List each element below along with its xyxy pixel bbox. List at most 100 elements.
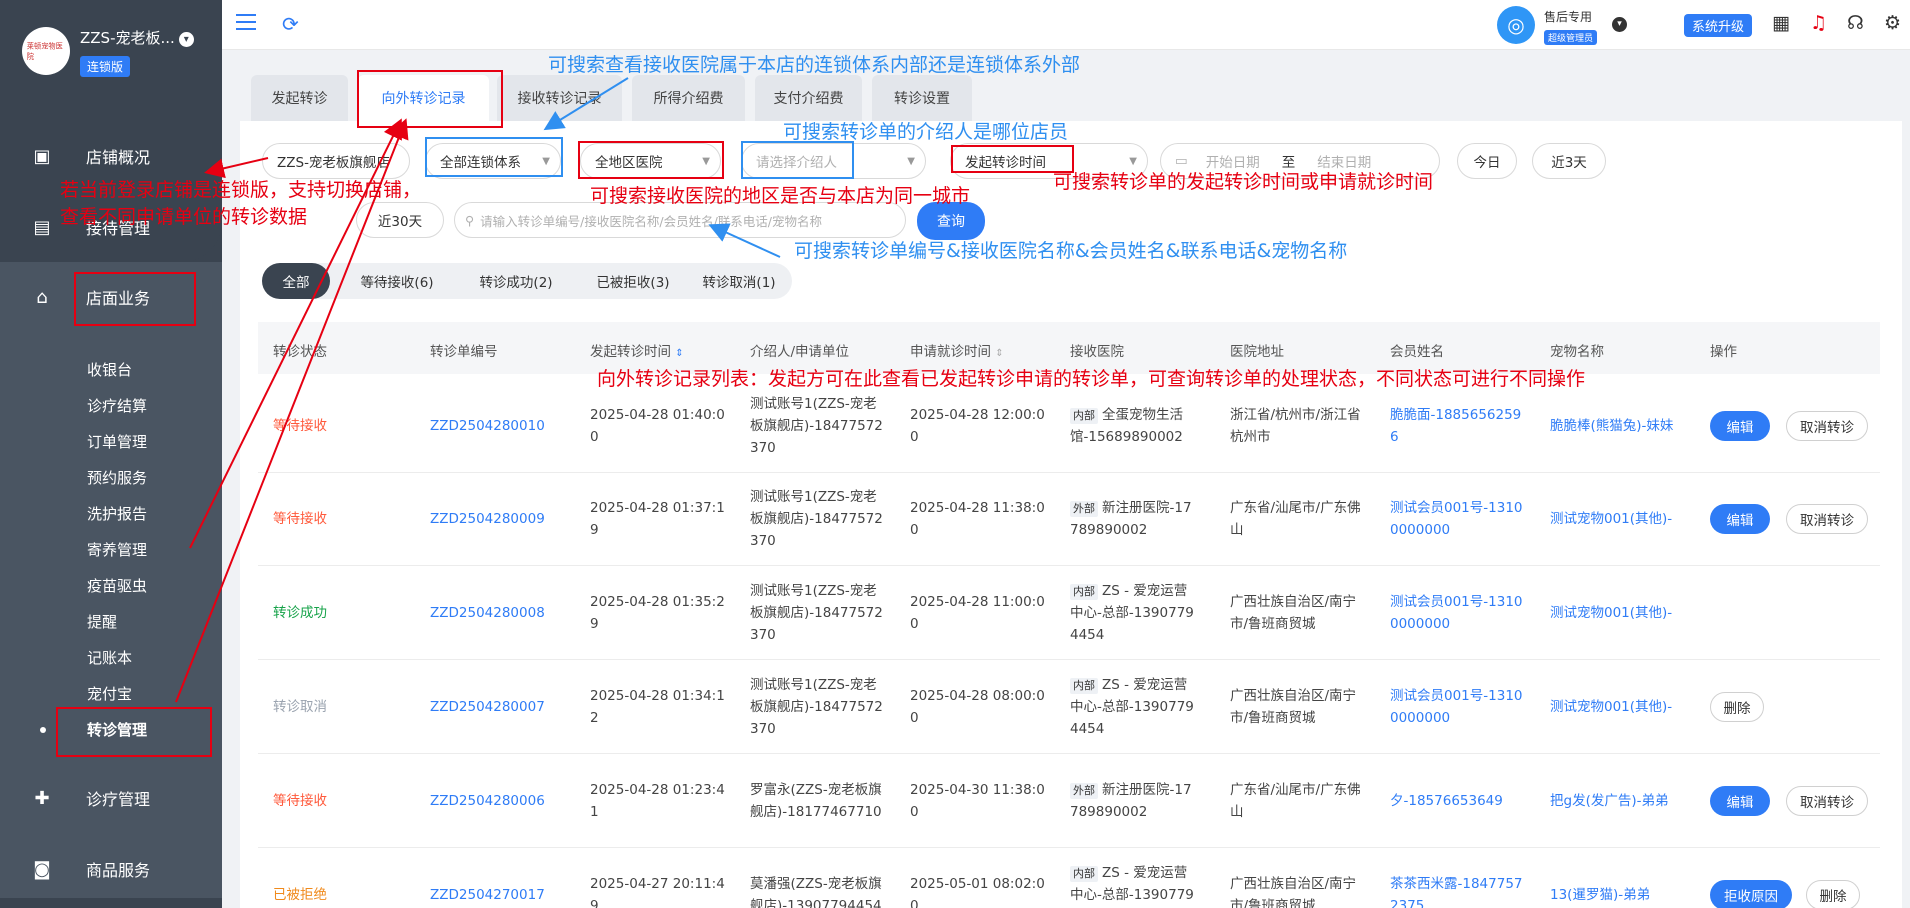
tab-settings[interactable]: 转诊设置	[872, 75, 972, 121]
annotation-region: 可搜索接收医院的地区是否与本店为同一城市	[590, 185, 971, 207]
sidebar-item-overview[interactable]: ▣ 店铺概况	[0, 144, 222, 168]
shop-select[interactable]: ZZS-宠老板旗舰店	[262, 143, 410, 179]
row-order-no-link[interactable]: ZZD2504280007	[430, 696, 580, 718]
sidebar-item-store-business[interactable]: ⌂ 店面业务	[0, 285, 222, 309]
status-tab-all[interactable]: 全部	[262, 263, 330, 299]
row-member-link[interactable]: 脆脆面-1885656259 6	[1390, 404, 1540, 448]
row-address: 广西壮族自治区/南宁 市/鲁班商贸城	[1230, 876, 1357, 908]
row-order-no-link[interactable]: ZZD2504280010	[430, 415, 580, 437]
annotation-shop-switch-1: 若当前登录店铺是连锁版，支持切换店铺，	[60, 179, 422, 201]
row-introducer: 莫潘强(ZZS-宠老板旗 舰店)-13907794454	[750, 876, 882, 908]
chevron-down-icon: ▼	[1129, 155, 1137, 167]
settings-icon[interactable]: ⚙	[1884, 12, 1901, 34]
row-visit-time: 2025-04-28 12:00:0 0	[910, 407, 1045, 445]
submenu-vaccine[interactable]: 疫苗驱虫	[87, 575, 147, 596]
row-address: 广东省/汕尾市/广东佛山	[1230, 500, 1361, 538]
row-member-link[interactable]: 茶茶西米露-1847757 2375	[1390, 873, 1540, 908]
submenu-petpay[interactable]: 宠付宝	[87, 683, 132, 704]
row-initiate-time: 2025-04-28 01:34:1 2	[590, 688, 725, 726]
row-pet-link[interactable]: 测试宠物001(其他)-	[1550, 602, 1700, 624]
submenu-reminder[interactable]: 提醒	[87, 611, 117, 632]
row-member-link[interactable]: 测试会员001号-1310 0000000	[1390, 685, 1540, 729]
cancel-referral-button[interactable]: 取消转诊	[1786, 504, 1868, 534]
cancel-referral-button[interactable]: 取消转诊	[1786, 786, 1868, 816]
submenu-referral[interactable]: 转诊管理	[87, 719, 147, 740]
tab-incoming-records[interactable]: 接收转诊记录	[497, 75, 622, 121]
row-order-no-link[interactable]: ZZD2504280008	[430, 602, 580, 624]
row-initiate-time: 2025-04-28 01:40:0 0	[590, 407, 725, 445]
tab-paid-fee[interactable]: 支付介绍费	[755, 75, 862, 121]
tab-outgoing-records[interactable]: 向外转诊记录	[358, 75, 489, 121]
row-introducer: 测试账号1(ZZS-宠老 板旗舰店)-18477572 370	[750, 489, 883, 549]
row-status: 等待接收	[273, 418, 327, 434]
table-row: 转诊成功 ZZD2504280008 2025-04-28 01:35:2 9 测试账号…	[258, 566, 1880, 660]
row-hospital: 内部ZS - 爱宠运营中心-总部-13907794454	[1070, 865, 1194, 903]
status-tab-waiting[interactable]: 等待接收(6)	[342, 263, 452, 299]
row-status: 转诊取消	[273, 699, 327, 715]
chevron-down-icon: ▼	[907, 155, 915, 167]
submenu-orders[interactable]: 订单管理	[87, 431, 147, 452]
sidebar-item-goods[interactable]: ◙ 商品服务	[0, 857, 222, 881]
row-pet-link[interactable]: 13(暹罗猫)-弟弟	[1550, 884, 1700, 906]
row-member-link[interactable]: 夕-18576653649	[1390, 790, 1540, 812]
th-visit[interactable]: 申请就诊时间 ⇕	[910, 340, 1004, 360]
row-member-link[interactable]: 测试会员001号-1310 0000000	[1390, 591, 1540, 635]
th-time[interactable]: 发起转诊时间 ⇕	[590, 340, 684, 360]
status-tab-cancelled[interactable]: 转诊取消(1)	[689, 263, 789, 299]
submenu-ledger[interactable]: 记账本	[87, 647, 132, 668]
tab-initiate[interactable]: 发起转诊	[251, 75, 348, 121]
row-initiate-time: 2025-04-27 20:11:4 9	[590, 876, 725, 908]
row-order-no-link[interactable]: ZZD2504280009	[430, 508, 580, 530]
topbar: ⟳ ◎ 售后专用 超级管理员 ▾ 系统升级 ▦ ♫ ☊ ⚙	[222, 0, 1910, 50]
edit-button[interactable]: 编辑	[1710, 504, 1770, 534]
chain-select[interactable]: 全部连锁体系 ▼	[425, 143, 561, 179]
cancel-referral-button[interactable]: 取消转诊	[1786, 411, 1868, 441]
submenu-grooming-report[interactable]: 洗护报告	[87, 503, 147, 524]
edit-button[interactable]: 编辑	[1710, 786, 1770, 816]
row-status: 等待接收	[273, 793, 327, 809]
th-pet: 宠物名称	[1550, 344, 1604, 360]
upgrade-button[interactable]: 系统升级	[1684, 14, 1753, 37]
bell-icon[interactable]: ♫	[1810, 12, 1827, 34]
sidebar-item-medical[interactable]: ✚ 诊疗管理	[0, 786, 222, 810]
last30-button[interactable]: 近30天	[356, 202, 444, 238]
row-member-link[interactable]: 测试会员001号-1310 0000000	[1390, 497, 1540, 541]
hamburger-icon[interactable]	[236, 14, 256, 30]
tab-earned-fee[interactable]: 所得介绍费	[632, 75, 745, 121]
user-avatar[interactable]: ◎	[1497, 6, 1535, 44]
calendar-icon[interactable]: ▦	[1772, 12, 1790, 34]
status-tab-refused[interactable]: 已被拒收(3)	[577, 263, 689, 299]
edit-button[interactable]: 编辑	[1710, 411, 1770, 441]
headset-icon[interactable]: ☊	[1847, 12, 1864, 34]
refresh-icon[interactable]: ⟳	[282, 12, 299, 36]
introducer-select[interactable]: 请选择介绍人 ▼	[741, 143, 926, 179]
row-address: 广东省/汕尾市/广东佛山	[1230, 782, 1361, 820]
hospital-scope-tag: 内部	[1070, 408, 1098, 424]
row-order-no-link[interactable]: ZZD2504280006	[430, 790, 580, 812]
refuse-reason-button[interactable]: 拒收原因	[1710, 880, 1792, 908]
submenu-boarding[interactable]: 寄养管理	[87, 539, 147, 560]
shop-switcher[interactable]: ZZS-宠老板... ▾	[80, 27, 194, 48]
row-pet-link[interactable]: 把g发(发广告)-弟弟	[1550, 790, 1700, 812]
last3-button[interactable]: 近3天	[1532, 143, 1606, 179]
row-introducer: 测试账号1(ZZS-宠老 板旗舰店)-18477572 370	[750, 677, 883, 737]
chevron-down-icon[interactable]: ▾	[1612, 17, 1627, 32]
delete-button[interactable]: 删除	[1806, 880, 1860, 908]
row-order-no-link[interactable]: ZZD2504270017	[430, 884, 580, 906]
today-button[interactable]: 今日	[1457, 143, 1517, 179]
row-pet-link[interactable]: 测试宠物001(其他)-	[1550, 508, 1700, 530]
row-pet-link[interactable]: 测试宠物001(其他)-	[1550, 696, 1700, 718]
store-icon: ⌂	[36, 286, 48, 308]
row-pet-link[interactable]: 脆脆棒(熊猫兔)-妹妹	[1550, 415, 1700, 437]
status-tab-success[interactable]: 转诊成功(2)	[460, 263, 572, 299]
submenu-settlement[interactable]: 诊疗结算	[87, 395, 147, 416]
submenu-cashier[interactable]: 收银台	[87, 359, 132, 380]
sort-icon: ⇕	[675, 348, 684, 359]
hospital-scope-tag: 内部	[1070, 866, 1098, 882]
submenu-appointment[interactable]: 预约服务	[87, 467, 147, 488]
delete-button[interactable]: 删除	[1710, 692, 1764, 722]
region-select[interactable]: 全地区医院 ▼	[580, 143, 721, 179]
th-introducer: 介绍人/申请单位	[750, 344, 850, 360]
table-row: 等待接收 ZZD2504280010 2025-04-28 01:40:0 0 测试账号…	[258, 379, 1880, 473]
row-status: 等待接收	[273, 511, 327, 527]
